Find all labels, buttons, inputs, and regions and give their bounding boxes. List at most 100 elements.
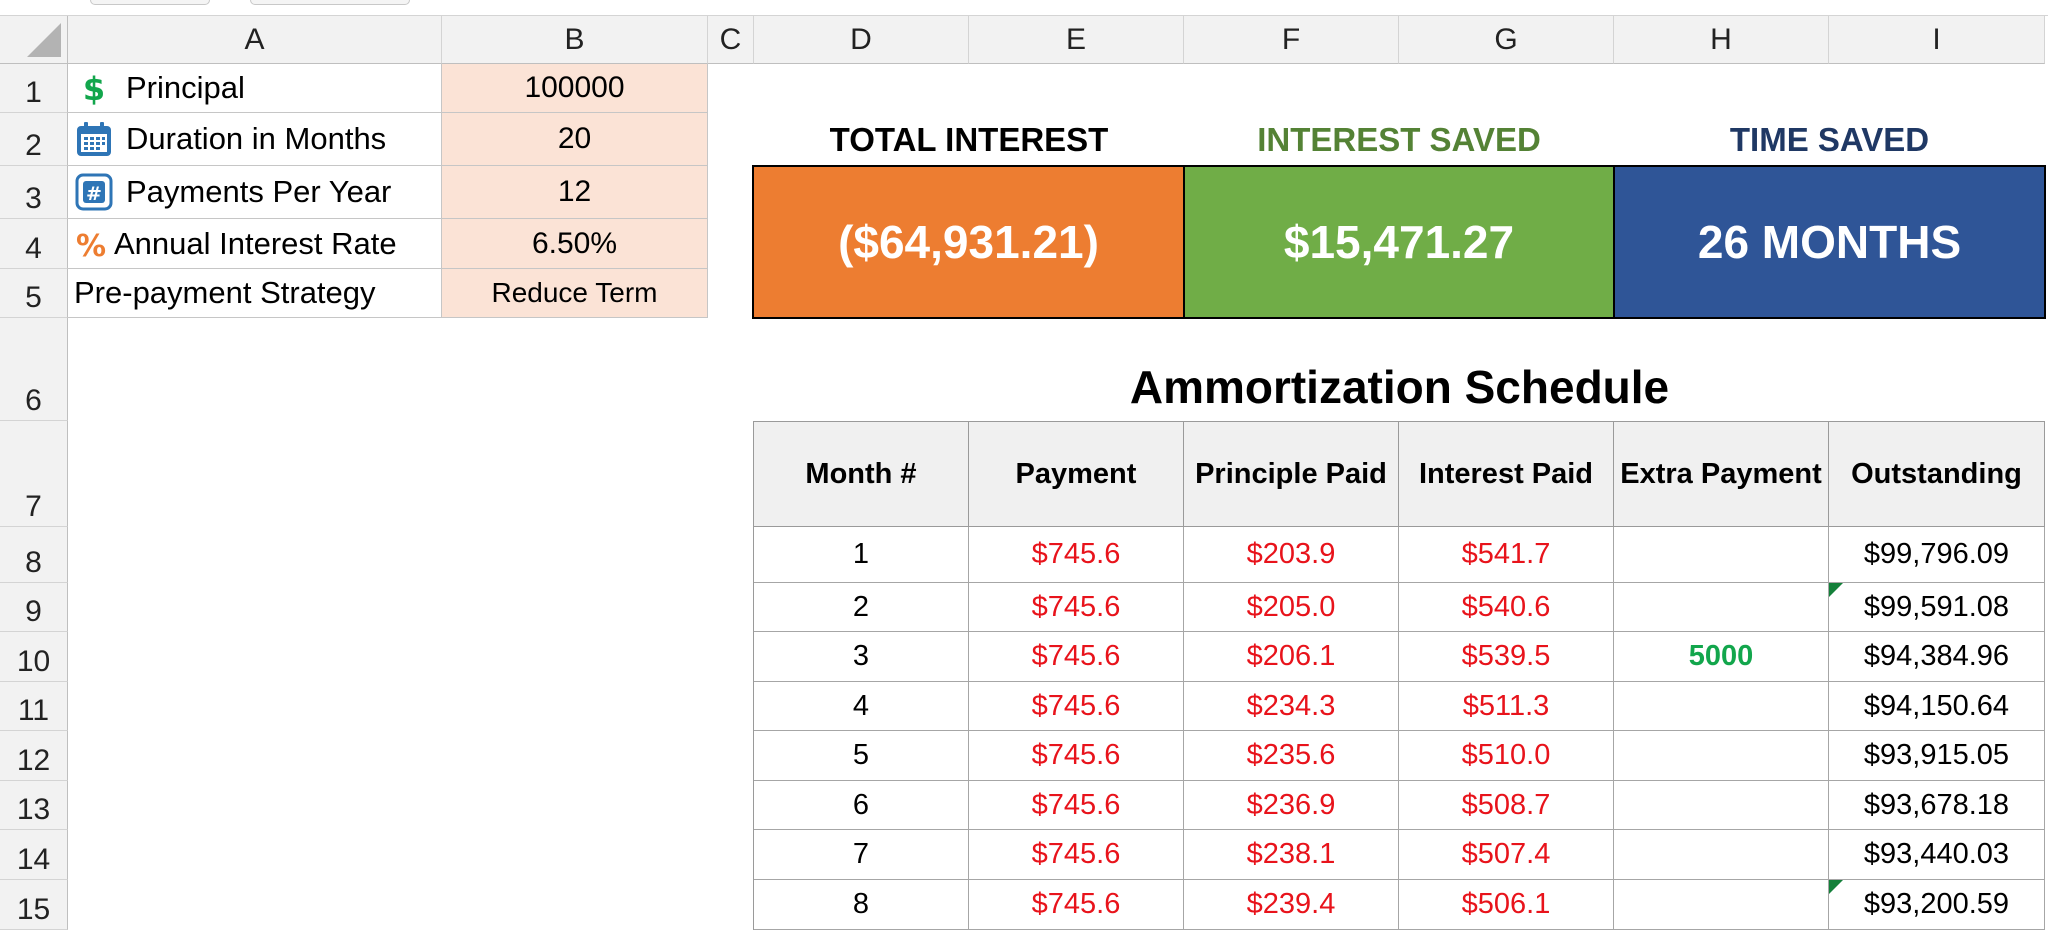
- cell-interest[interactable]: $539.5: [1399, 632, 1614, 682]
- cell-extra[interactable]: [1614, 781, 1829, 830]
- cell-payment[interactable]: $745.6: [969, 880, 1184, 930]
- header-payment[interactable]: Payment: [969, 422, 1184, 527]
- rate-value-cell[interactable]: 6.50%: [442, 219, 708, 269]
- column-header-e[interactable]: E: [969, 16, 1184, 64]
- header-outstanding[interactable]: Outstanding: [1829, 422, 2045, 527]
- svg-text:$: $: [83, 70, 105, 106]
- cell-principal[interactable]: $238.1: [1184, 830, 1399, 880]
- cell-principal[interactable]: $205.0: [1184, 583, 1399, 632]
- cell-month[interactable]: 7: [754, 830, 969, 880]
- cell-interest[interactable]: $506.1: [1399, 880, 1614, 930]
- cell-payment[interactable]: $745.6: [969, 632, 1184, 682]
- cell-month[interactable]: 4: [754, 682, 969, 731]
- cell-outstanding[interactable]: $94,150.64: [1829, 682, 2045, 731]
- cell-extra[interactable]: [1614, 583, 1829, 632]
- cell-principal[interactable]: $235.6: [1184, 731, 1399, 781]
- column-header-h[interactable]: H: [1614, 16, 1829, 64]
- cell-payment[interactable]: $745.6: [969, 583, 1184, 632]
- column-header-a[interactable]: A: [68, 16, 442, 64]
- top-tab-stub[interactable]: [90, 0, 210, 5]
- cell-interest[interactable]: $540.6: [1399, 583, 1614, 632]
- cell-outstanding[interactable]: $94,384.96: [1829, 632, 2045, 682]
- row-header[interactable]: 8: [0, 527, 68, 583]
- duration-value-cell[interactable]: 20: [442, 113, 708, 166]
- row-header[interactable]: 12: [0, 731, 68, 781]
- strategy-label: Pre-payment Strategy: [74, 275, 376, 310]
- payments-label-cell[interactable]: # Payments Per Year: [68, 166, 442, 219]
- cell-interest[interactable]: $511.3: [1399, 682, 1614, 731]
- column-header-g[interactable]: G: [1399, 16, 1614, 64]
- row-header[interactable]: 9: [0, 583, 68, 632]
- cell-principal[interactable]: $234.3: [1184, 682, 1399, 731]
- cell-month[interactable]: 8: [754, 880, 969, 930]
- row-header[interactable]: 7: [0, 421, 68, 527]
- header-month[interactable]: Month #: [754, 422, 969, 527]
- row-header[interactable]: 11: [0, 682, 68, 731]
- cell-principal[interactable]: $206.1: [1184, 632, 1399, 682]
- principal-value-cell[interactable]: 100000: [442, 64, 708, 113]
- column-header-f[interactable]: F: [1184, 16, 1399, 64]
- cell-payment[interactable]: $745.6: [969, 781, 1184, 830]
- cell-interest[interactable]: $507.4: [1399, 830, 1614, 880]
- row-header[interactable]: 2: [0, 113, 68, 166]
- cell-interest[interactable]: $510.0: [1399, 731, 1614, 781]
- percent-icon: %: [74, 224, 108, 264]
- cell-extra[interactable]: [1614, 527, 1829, 583]
- cell-outstanding[interactable]: $93,915.05: [1829, 731, 2045, 781]
- cell-outstanding[interactable]: $93,440.03: [1829, 830, 2045, 880]
- cell-outstanding-with-indicator[interactable]: $93,200.59: [1829, 880, 2045, 930]
- row-header[interactable]: 3: [0, 166, 68, 219]
- strategy-label-cell[interactable]: Pre-payment Strategy: [68, 269, 442, 318]
- cell-extra[interactable]: [1614, 880, 1829, 930]
- cell-outstanding-with-indicator[interactable]: $99,591.08: [1829, 583, 2045, 632]
- cell-interest[interactable]: $541.7: [1399, 527, 1614, 583]
- principal-label-cell[interactable]: $ Principal: [68, 64, 442, 113]
- payments-value-cell[interactable]: 12: [442, 166, 708, 219]
- kpi-total-interest[interactable]: ($64,931.21): [752, 165, 1185, 319]
- row-header[interactable]: 13: [0, 781, 68, 830]
- cell-month[interactable]: 1: [754, 527, 969, 583]
- principal-label: Principal: [126, 70, 245, 105]
- column-header-d[interactable]: D: [754, 16, 969, 64]
- header-extra-payment[interactable]: Extra Payment: [1614, 422, 1829, 527]
- cell-principal[interactable]: $236.9: [1184, 781, 1399, 830]
- row-header[interactable]: 5: [0, 269, 68, 318]
- row-header[interactable]: 15: [0, 880, 68, 930]
- cell-outstanding[interactable]: $93,678.18: [1829, 781, 2045, 830]
- column-header-c[interactable]: C: [708, 16, 754, 64]
- top-tab-stub[interactable]: [250, 0, 410, 5]
- column-header-b[interactable]: B: [442, 16, 708, 64]
- cell-extra[interactable]: [1614, 682, 1829, 731]
- strategy-value-cell[interactable]: Reduce Term: [442, 269, 708, 318]
- cell-interest[interactable]: $508.7: [1399, 781, 1614, 830]
- rate-label-cell[interactable]: % Annual Interest Rate: [68, 219, 442, 269]
- cell-month[interactable]: 6: [754, 781, 969, 830]
- row-header[interactable]: 6: [0, 318, 68, 421]
- cell-payment[interactable]: $745.6: [969, 682, 1184, 731]
- row-header[interactable]: 1: [0, 64, 68, 113]
- cell-payment[interactable]: $745.6: [969, 731, 1184, 781]
- cell-payment[interactable]: $745.6: [969, 830, 1184, 880]
- cell-payment[interactable]: $745.6: [969, 527, 1184, 583]
- cell-extra[interactable]: 5000: [1614, 632, 1829, 682]
- cell-extra[interactable]: [1614, 830, 1829, 880]
- row-header[interactable]: 4: [0, 219, 68, 269]
- header-principle-paid[interactable]: Principle Paid: [1184, 422, 1399, 527]
- select-all-button[interactable]: [0, 16, 68, 64]
- column-header-i[interactable]: I: [1829, 16, 2045, 64]
- row-header[interactable]: 14: [0, 830, 68, 880]
- cell-month[interactable]: 2: [754, 583, 969, 632]
- cell-extra[interactable]: [1614, 731, 1829, 781]
- row-header[interactable]: 10: [0, 632, 68, 682]
- duration-label-cell[interactable]: Duration in Months: [68, 113, 442, 166]
- cell-principal[interactable]: $203.9: [1184, 527, 1399, 583]
- cell-principal[interactable]: $239.4: [1184, 880, 1399, 930]
- cell-month[interactable]: 5: [754, 731, 969, 781]
- kpi-title-interest-saved: INTEREST SAVED: [1184, 113, 1614, 166]
- cell-outstanding[interactable]: $99,796.09: [1829, 527, 2045, 583]
- calendar-icon: [74, 119, 114, 159]
- kpi-time-saved[interactable]: 26 MONTHS: [1613, 165, 2046, 319]
- kpi-interest-saved[interactable]: $15,471.27: [1183, 165, 1615, 319]
- cell-month[interactable]: 3: [754, 632, 969, 682]
- header-interest-paid[interactable]: Interest Paid: [1399, 422, 1614, 527]
